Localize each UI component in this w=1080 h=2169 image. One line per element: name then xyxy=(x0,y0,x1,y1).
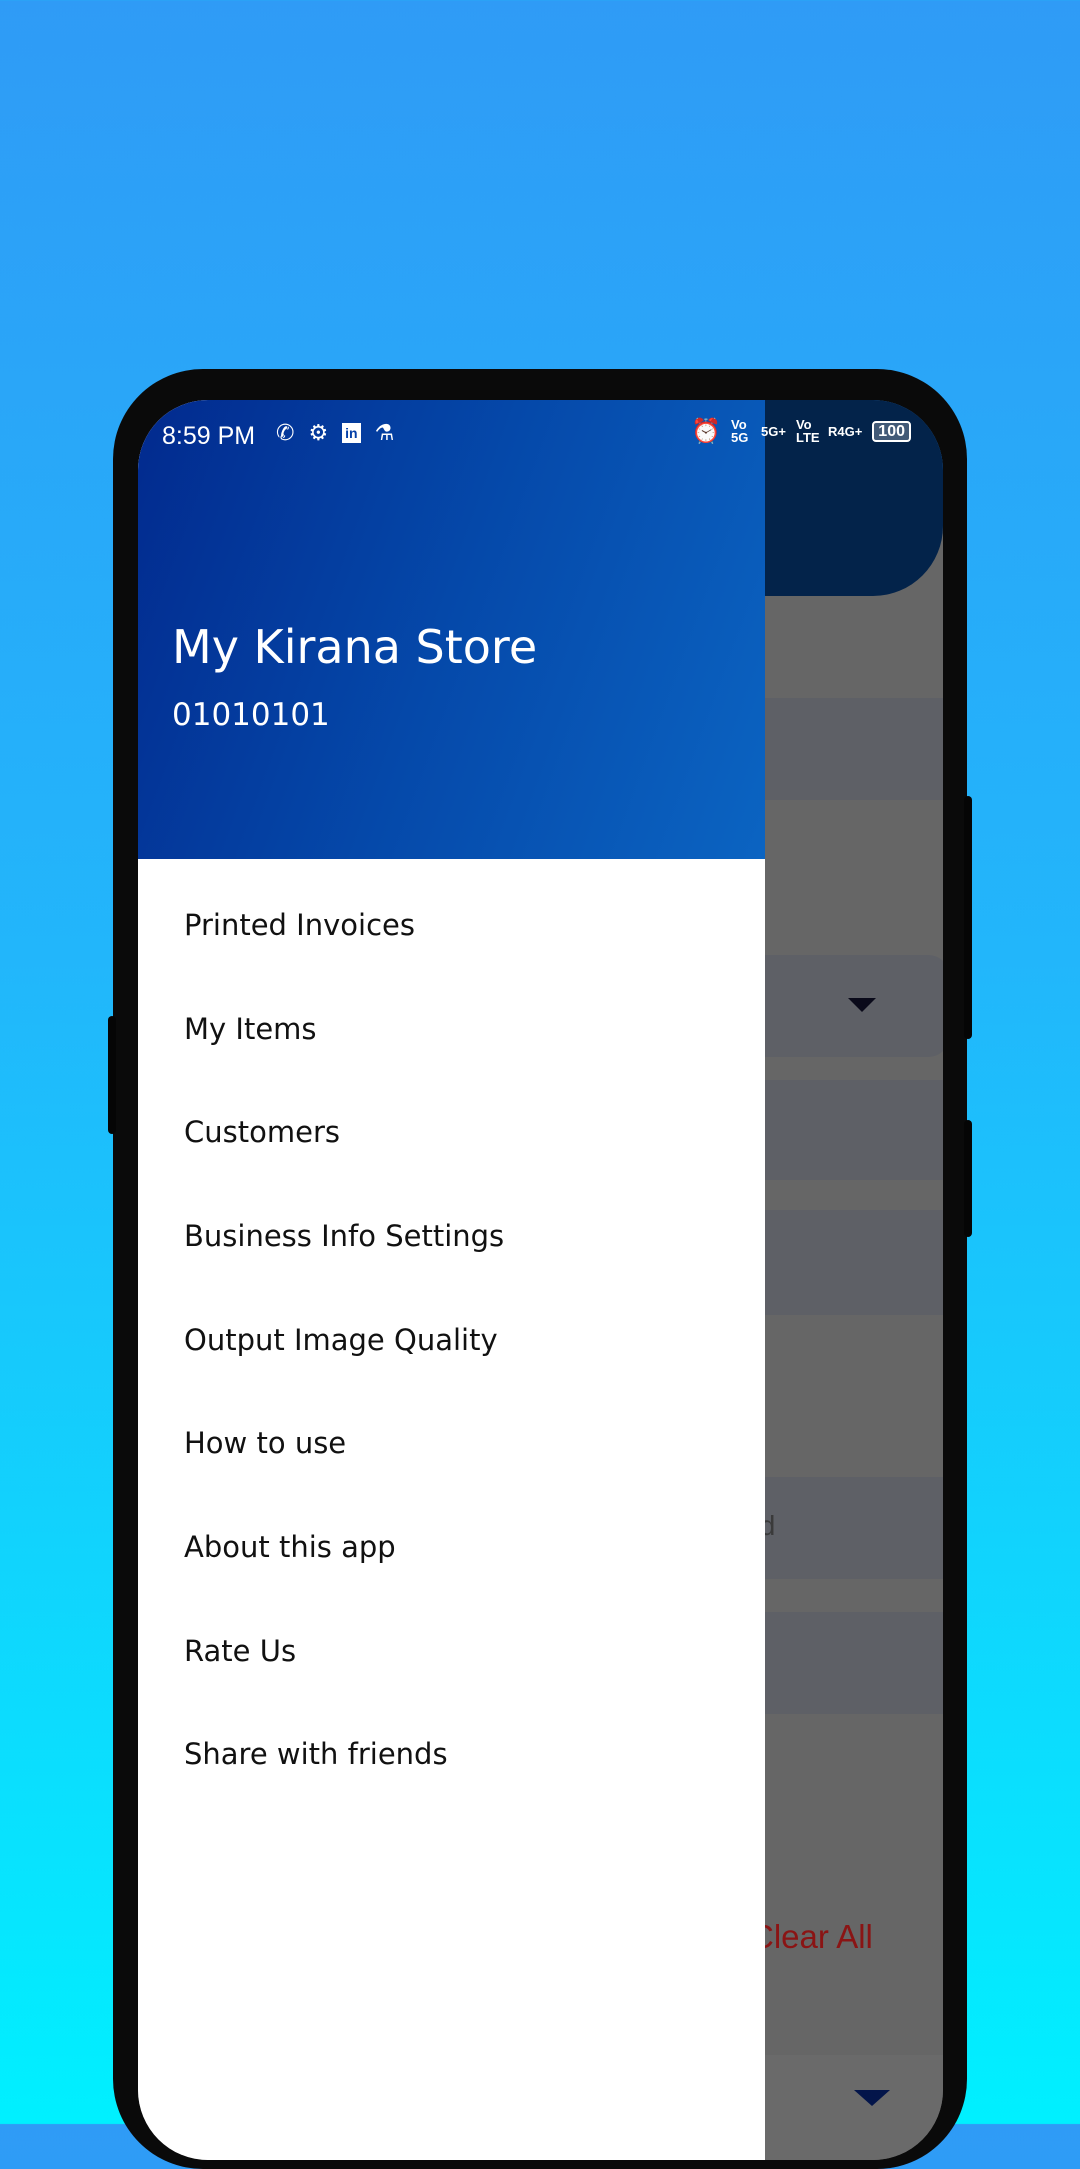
drawer-menu: Printed Invoices My Items Customers Busi… xyxy=(138,859,765,1806)
menu-item-share[interactable]: Share with friends xyxy=(138,1703,765,1807)
menu-item-rate-us[interactable]: Rate Us xyxy=(138,1599,765,1703)
clock: 8:59 PM xyxy=(162,422,256,450)
status-bar: 8:59 PM ✆ ⚙ in ⚗ ⏰ Vo 5G 5G+ Vo LTE R4G+… xyxy=(138,400,943,474)
phone-side-button xyxy=(108,1016,116,1134)
vo5g-indicator: Vo 5G xyxy=(731,417,749,445)
menu-item-how-to-use[interactable]: How to use xyxy=(138,1391,765,1495)
settings-icon: ⚙ xyxy=(308,420,329,445)
signal-r4g-icon: R4G+ xyxy=(827,423,863,439)
navigation-drawer: My Kirana Store 01010101 Printed Invoice… xyxy=(138,400,765,2160)
menu-item-about[interactable]: About this app xyxy=(138,1495,765,1599)
menu-item-printed-invoices[interactable]: Printed Invoices xyxy=(138,873,765,977)
store-number: 01010101 xyxy=(172,697,330,733)
phone-side-button xyxy=(964,796,972,1039)
battery-icon: 100 xyxy=(872,420,911,442)
menu-item-business-info-settings[interactable]: Business Info Settings xyxy=(138,1184,765,1288)
flask-icon: ⚗ xyxy=(374,420,395,445)
signal-5g-icon: 5G+ xyxy=(761,423,786,439)
alarm-icon: ⏰ xyxy=(691,417,722,445)
clear-all-button[interactable]: Clear All xyxy=(750,1918,873,1956)
menu-item-my-items[interactable]: My Items xyxy=(138,977,765,1081)
dropdown-arrow-icon[interactable] xyxy=(854,2090,890,2106)
store-name: My Kirana Store xyxy=(172,620,538,674)
phone-side-button xyxy=(964,1120,972,1237)
linkedin-icon: in xyxy=(342,423,361,443)
whatsapp-icon: ✆ xyxy=(276,420,295,445)
phone-screen: aid Clear All My Kirana Store 01010101 P… xyxy=(138,400,943,2160)
volte-indicator: Vo LTE xyxy=(795,417,820,445)
menu-item-output-image-quality[interactable]: Output Image Quality xyxy=(138,1288,765,1392)
dropdown-arrow-icon[interactable] xyxy=(848,998,876,1012)
menu-item-customers[interactable]: Customers xyxy=(138,1080,765,1184)
